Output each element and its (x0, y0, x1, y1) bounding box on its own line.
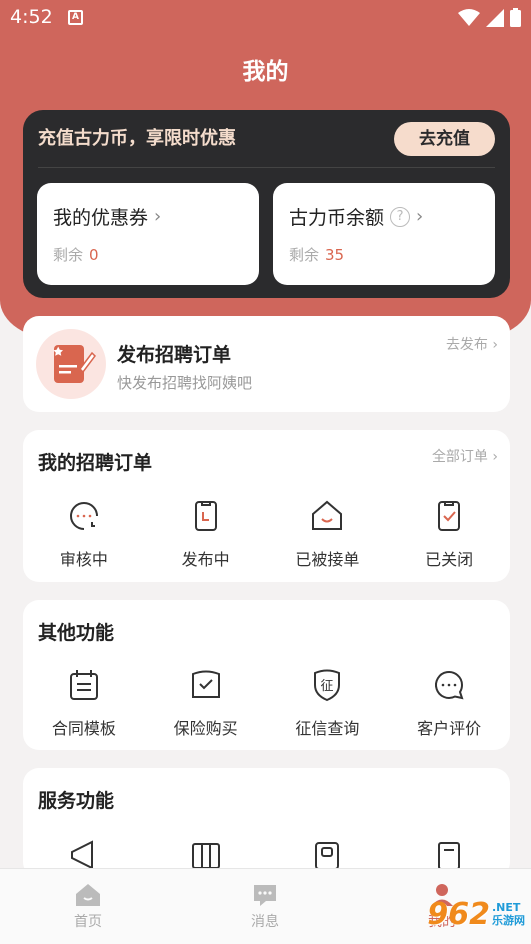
promo-text: 充值古力币，享限时优惠 (38, 128, 236, 149)
help-icon[interactable]: ? (390, 206, 411, 227)
credit-glyph: 征 (321, 679, 334, 694)
customer-review-button[interactable]: 客户评价 (388, 667, 510, 739)
clock-chat-icon (69, 502, 98, 530)
recharge-promo-card: 充值古力币，享限时优惠 去充值 我的优惠券 › 剩余 0 古力币余额 ? › 剩余… (23, 110, 510, 298)
function-label: 保险购买 (173, 719, 238, 738)
order-status-closed[interactable]: 已关闭 (388, 498, 510, 570)
notification-badge-icon: A (68, 10, 83, 25)
tab-label: 首页 (74, 914, 102, 930)
page-title: 我的 (242, 59, 289, 85)
coupons-count: 0 (89, 246, 99, 264)
function-label: 征信查询 (295, 719, 360, 738)
divider (38, 167, 495, 168)
order-status-label: 发布中 (181, 550, 230, 569)
coupons-sub-label: 剩余 (53, 246, 84, 264)
battery-icon (510, 8, 521, 27)
watermark-site: .NET (492, 901, 521, 914)
order-status-accepted[interactable]: 已被接单 (267, 498, 389, 570)
message-icon (254, 885, 276, 906)
system-icons (458, 8, 521, 27)
order-status-label: 已关闭 (425, 550, 474, 569)
go-post-link[interactable]: 去发布 › (446, 334, 498, 354)
coupons-card[interactable]: 我的优惠券 › 剩余 0 (37, 183, 259, 285)
recharge-button[interactable]: 去充值 (394, 122, 495, 156)
clipboard-icon (194, 501, 217, 531)
post-order-subtitle: 快发布招聘找阿姨吧 (117, 374, 253, 392)
signal-icon (486, 8, 504, 27)
chevron-right-icon: › (416, 206, 424, 227)
coins-count: 35 (325, 246, 345, 264)
credit-badge-icon: 征 (314, 669, 341, 702)
chevron-right-icon: › (492, 449, 498, 465)
other-functions-card: 其他功能 合同模板 保险购买 征 征信查询 客户评价 (23, 600, 510, 750)
home-icon (76, 884, 100, 906)
watermark-cn: 乐游网 (492, 914, 525, 927)
wifi-icon (458, 8, 480, 26)
tab-label: 消息 (251, 914, 279, 930)
other-title: 其他功能 (38, 622, 115, 644)
order-status-publishing[interactable]: 发布中 (145, 498, 267, 570)
status-bar: 4:52 A (0, 0, 531, 36)
go-post-label: 去发布 (445, 337, 488, 353)
services-title: 服务功能 (38, 790, 115, 812)
order-status-label: 已被接单 (295, 550, 360, 569)
contract-template-button[interactable]: 合同模板 (23, 667, 145, 739)
function-label: 合同模板 (51, 719, 116, 738)
insurance-purchase-button[interactable]: 保险购买 (145, 667, 267, 739)
chevron-right-icon: › (154, 206, 162, 227)
orders-title: 我的招聘订单 (38, 452, 153, 474)
house-icon (312, 500, 343, 530)
watermark-number: 962 (427, 896, 490, 932)
clipboard-check-icon (438, 501, 461, 531)
post-order-title: 发布招聘订单 (117, 344, 232, 366)
coupons-title: 我的优惠券 (53, 207, 149, 229)
watermark-logo: 962 .NET 乐游网 (427, 892, 525, 936)
my-orders-card: 我的招聘订单 全部订单 › 审核中 发布中 已被接单 已关闭 (23, 430, 510, 582)
coins-card[interactable]: 古力币余额 ? › 剩余 35 (273, 183, 495, 285)
order-status-label: 审核中 (59, 550, 108, 569)
post-order-card[interactable]: 发布招聘订单 快发布招聘找阿姨吧 去发布 › (23, 316, 510, 412)
function-label: 客户评价 (417, 719, 482, 738)
shield-check-icon (191, 670, 220, 698)
chat-bubble-icon (435, 670, 464, 700)
post-order-icon (36, 329, 106, 399)
order-status-reviewing[interactable]: 审核中 (23, 498, 145, 570)
all-orders-label: 全部订单 (431, 449, 488, 465)
coins-title: 古力币余额 (289, 207, 385, 229)
coins-sub-label: 剩余 (289, 246, 320, 264)
tab-messages[interactable]: 消息 (215, 883, 315, 931)
calendar-doc-icon (69, 670, 98, 700)
chevron-right-icon: › (492, 337, 498, 353)
credit-query-button[interactable]: 征 征信查询 (267, 667, 389, 739)
all-orders-link[interactable]: 全部订单 › (432, 446, 498, 466)
service-functions-card: 服务功能 (23, 768, 510, 878)
tab-home[interactable]: 首页 (38, 883, 138, 931)
status-time: 4:52 (10, 6, 53, 28)
